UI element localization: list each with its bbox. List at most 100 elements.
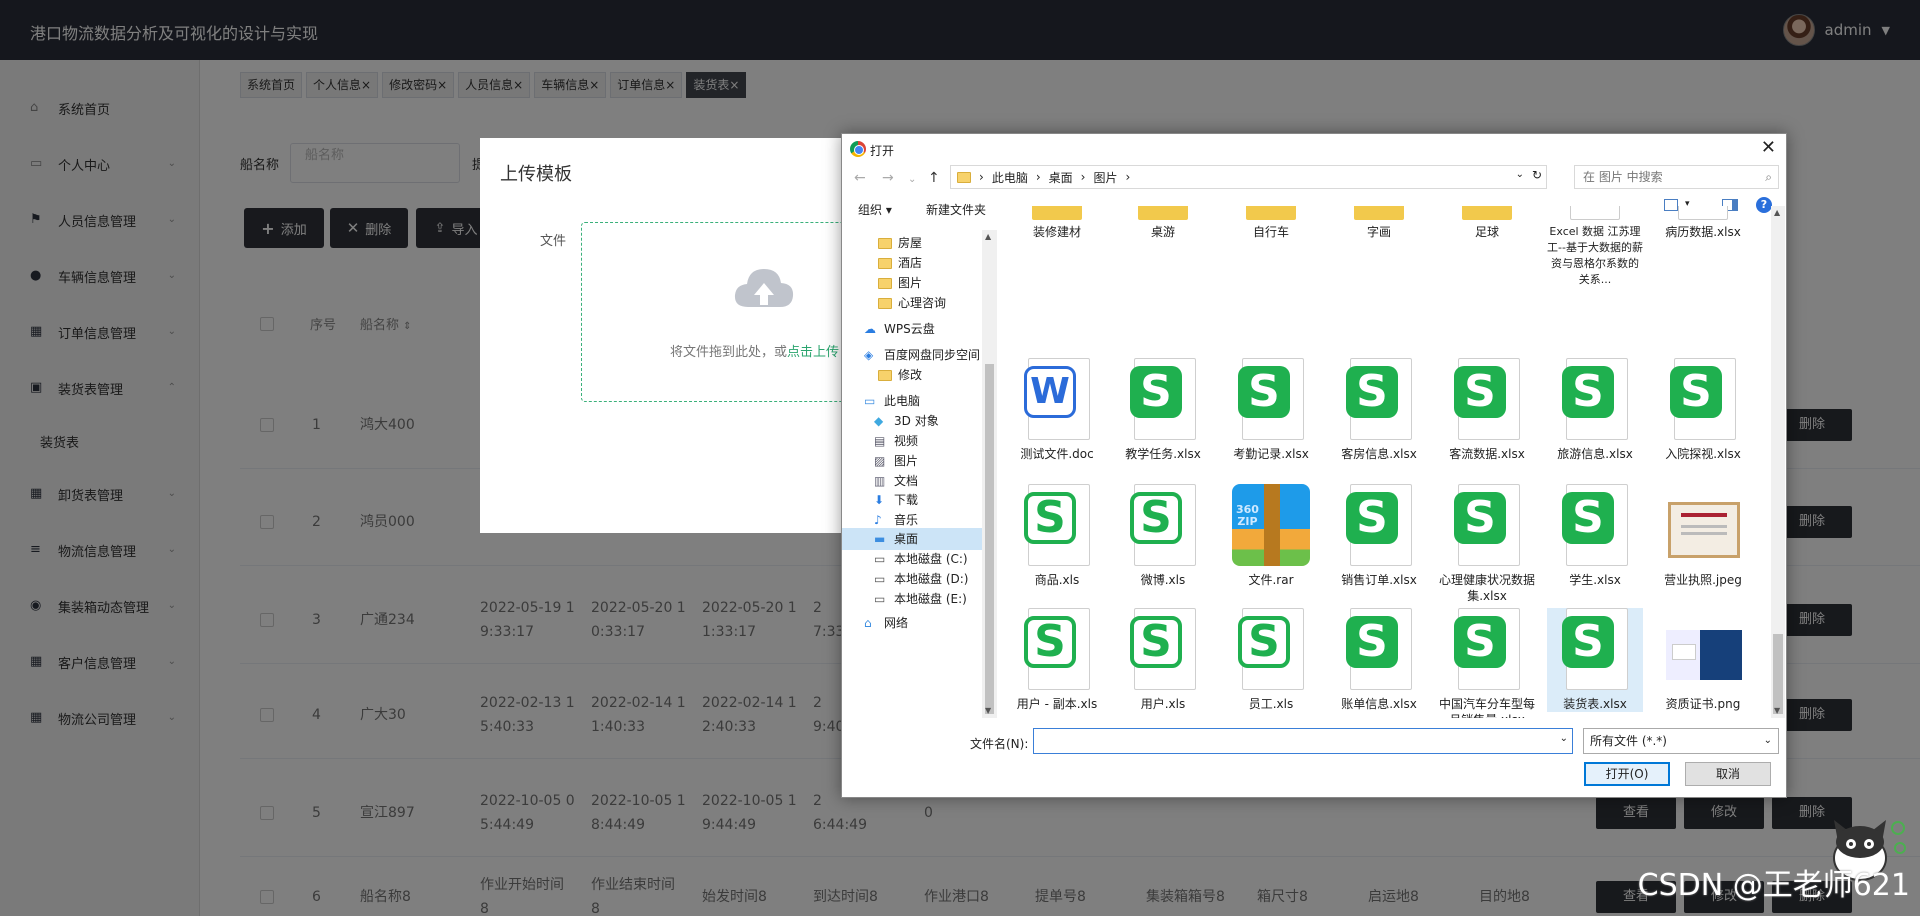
upload-template-dialog: 上传模板 文件 将文件拖到此处，或点击上传 xyxy=(480,138,981,533)
tree-item[interactable]: ▬ 桌面 xyxy=(842,528,982,550)
tree-item[interactable]: ▭ 本地磁盘 (E:) xyxy=(842,588,982,610)
file-item[interactable]: W 测试文件.doc xyxy=(1009,358,1105,462)
spreadsheet-file-icon: S xyxy=(1232,608,1310,694)
file-name: 客流数据.xlsx xyxy=(1449,447,1525,461)
back-arrow-icon[interactable]: ← xyxy=(854,170,866,186)
scroll-up-icon[interactable]: ▲ xyxy=(1774,208,1780,217)
click-upload-link[interactable]: 点击上传 xyxy=(787,345,839,360)
file-item[interactable]: S 中国汽车分车型每月销售量.xlsx xyxy=(1439,608,1535,718)
file-name: 客房信息.xlsx xyxy=(1341,447,1417,461)
download-icon: ⬇ xyxy=(874,493,885,507)
open-file-dialog: 打开 ✕ ← → ⌄ ↑ › 此电脑 › 桌面 › 图片 › ⌄ ↻ 在 图片 … xyxy=(841,133,1787,798)
tree-item[interactable]: ◈ 百度网盘同步空间 xyxy=(842,344,982,366)
spreadsheet-file-icon: S xyxy=(1664,358,1742,444)
file-item[interactable]: 自行车 xyxy=(1223,206,1319,240)
file-item[interactable]: Excel 数据 江苏理工--基于大数据的薪资与恩格尔系数的关系... xyxy=(1547,206,1643,288)
file-item[interactable]: 足球 xyxy=(1439,206,1535,240)
tree-item[interactable]: ▭ 本地磁盘 (D:) xyxy=(842,568,982,590)
spreadsheet-file-icon: S xyxy=(1556,608,1634,694)
new-folder-button[interactable]: 新建文件夹 xyxy=(926,201,986,218)
file-item[interactable]: S 账单信息.xlsx xyxy=(1331,608,1427,712)
refresh-icon[interactable]: ↻ xyxy=(1532,168,1542,182)
tree-scroll-thumb[interactable] xyxy=(985,364,994,714)
tree-item[interactable]: ▤ 视频 xyxy=(842,430,982,452)
file-name: 营业执照.jpeg xyxy=(1664,573,1742,587)
file-item[interactable]: S 用户.xls xyxy=(1115,608,1211,712)
cancel-button[interactable]: 取消 xyxy=(1685,762,1771,786)
recent-dropdown-icon[interactable]: ⌄ xyxy=(908,174,916,185)
file-item[interactable]: S 用户 - 副本.xls xyxy=(1009,608,1105,712)
file-name: Excel 数据 江苏理工--基于大数据的薪资与恩格尔系数的关系... xyxy=(1547,225,1643,286)
file-item[interactable]: 营业执照.jpeg xyxy=(1655,484,1751,588)
file-item[interactable]: S 旅游信息.xlsx xyxy=(1547,358,1643,462)
image-file-icon xyxy=(1664,484,1742,570)
tree-item[interactable]: ☁ WPS云盘 xyxy=(842,318,982,340)
file-item[interactable]: 资质证书.png xyxy=(1655,608,1751,712)
tree-item[interactable]: 房屋 xyxy=(842,232,982,254)
file-name: 销售订单.xlsx xyxy=(1341,573,1417,587)
file-item[interactable]: S 商品.xls xyxy=(1009,484,1105,588)
dropzone-text: 将文件拖到此处，或点击上传 xyxy=(670,345,840,360)
file-item[interactable]: 装修建材 xyxy=(1009,206,1105,240)
file-item[interactable]: 字画 xyxy=(1331,206,1427,240)
zip-archive-icon: 360 ZIP xyxy=(1232,484,1310,570)
address-bar[interactable]: › 此电脑 › 桌面 › 图片 › ⌄ ↻ xyxy=(950,165,1547,189)
tree-item[interactable]: ▭ 此电脑 xyxy=(842,390,982,412)
tree-item[interactable]: ◆ 3D 对象 xyxy=(842,410,982,432)
file-item[interactable]: S 微博.xls xyxy=(1115,484,1211,588)
spreadsheet-file-icon: S xyxy=(1018,608,1096,694)
document-icon xyxy=(1664,206,1742,222)
chrome-icon xyxy=(850,141,866,157)
files-scroll-thumb[interactable] xyxy=(1773,634,1783,714)
tree-item[interactable]: ▨ 图片 xyxy=(842,450,982,472)
chevron-down-icon[interactable]: ⌄ xyxy=(1560,733,1568,744)
file-item[interactable]: S 教学任务.xlsx xyxy=(1115,358,1211,462)
file-item[interactable]: S 考勤记录.xlsx xyxy=(1223,358,1319,462)
breadcrumb-item[interactable]: 桌面 xyxy=(1049,169,1073,186)
filetype-select[interactable]: 所有文件 (*.*) ⌄ xyxy=(1583,728,1779,754)
file-item[interactable]: S 客房信息.xlsx xyxy=(1331,358,1427,462)
breadcrumb-item[interactable]: 此电脑 xyxy=(992,169,1028,186)
spreadsheet-file-icon: S xyxy=(1124,608,1202,694)
organize-menu[interactable]: 组织 ▾ xyxy=(858,201,892,218)
close-icon[interactable]: ✕ xyxy=(1761,137,1776,158)
file-name: 用户 - 副本.xls xyxy=(1016,697,1098,711)
file-name: 字画 xyxy=(1366,225,1391,239)
pc-icon: ▭ xyxy=(864,394,876,408)
file-item[interactable]: S 入院探视.xlsx xyxy=(1655,358,1751,462)
chevron-down-icon[interactable]: ⌄ xyxy=(1516,169,1524,180)
tree-item[interactable]: ⬇ 下载 xyxy=(842,489,982,511)
file-label: 文件 xyxy=(540,234,567,249)
file-item[interactable]: 360 ZIP 文件.rar xyxy=(1223,484,1319,588)
up-arrow-icon[interactable]: ↑ xyxy=(928,170,940,186)
file-item[interactable]: S 心理健康状况数据集.xlsx xyxy=(1439,484,1535,604)
file-item[interactable]: S 客流数据.xlsx xyxy=(1439,358,1535,462)
file-name: 用户.xls xyxy=(1140,697,1186,711)
baidu-icon: ◈ xyxy=(864,348,874,362)
tree-item[interactable]: ⌂ 网络 xyxy=(842,612,982,634)
file-item[interactable]: S 学生.xlsx xyxy=(1547,484,1643,588)
scroll-down-icon[interactable]: ▼ xyxy=(985,706,991,715)
folder-search-input[interactable]: 在 图片 中搜索 ⌕ xyxy=(1574,165,1779,189)
tree-item[interactable]: 图片 xyxy=(842,272,982,294)
file-item[interactable]: 桌游 xyxy=(1115,206,1211,240)
file-name: 学生.xlsx xyxy=(1569,573,1621,587)
navigation-tree: 房屋 酒店 图片 心理咨询 ☁ WPS云盘 ◈ 百度网盘同步空间 修改 ▭ 此电脑 ◆ 3D 对象 ▤ 视频… xyxy=(842,230,997,718)
file-item[interactable]: S 装货表.xlsx xyxy=(1547,608,1643,712)
tree-item[interactable]: 修改 xyxy=(842,364,982,386)
spreadsheet-file-icon: S xyxy=(1556,484,1634,570)
breadcrumb-item[interactable]: 图片 xyxy=(1093,169,1117,186)
forward-arrow-icon[interactable]: → xyxy=(882,170,894,186)
file-item[interactable]: S 销售订单.xlsx xyxy=(1331,484,1427,588)
tree-item[interactable]: 酒店 xyxy=(842,252,982,274)
tree-item[interactable]: ▭ 本地磁盘 (C:) xyxy=(842,548,982,570)
tree-item[interactable]: 心理咨询 xyxy=(842,292,982,314)
filename-input[interactable]: ⌄ xyxy=(1033,728,1573,754)
3d-icon: ◆ xyxy=(874,414,884,428)
scroll-down-icon[interactable]: ▼ xyxy=(1774,706,1780,715)
file-item[interactable]: S 员工.xls xyxy=(1223,608,1319,712)
spreadsheet-file-icon: S xyxy=(1340,358,1418,444)
scroll-up-icon[interactable]: ▲ xyxy=(985,232,991,241)
open-button[interactable]: 打开(O) xyxy=(1584,762,1670,786)
file-item[interactable]: 病历数据.xlsx xyxy=(1655,206,1751,240)
